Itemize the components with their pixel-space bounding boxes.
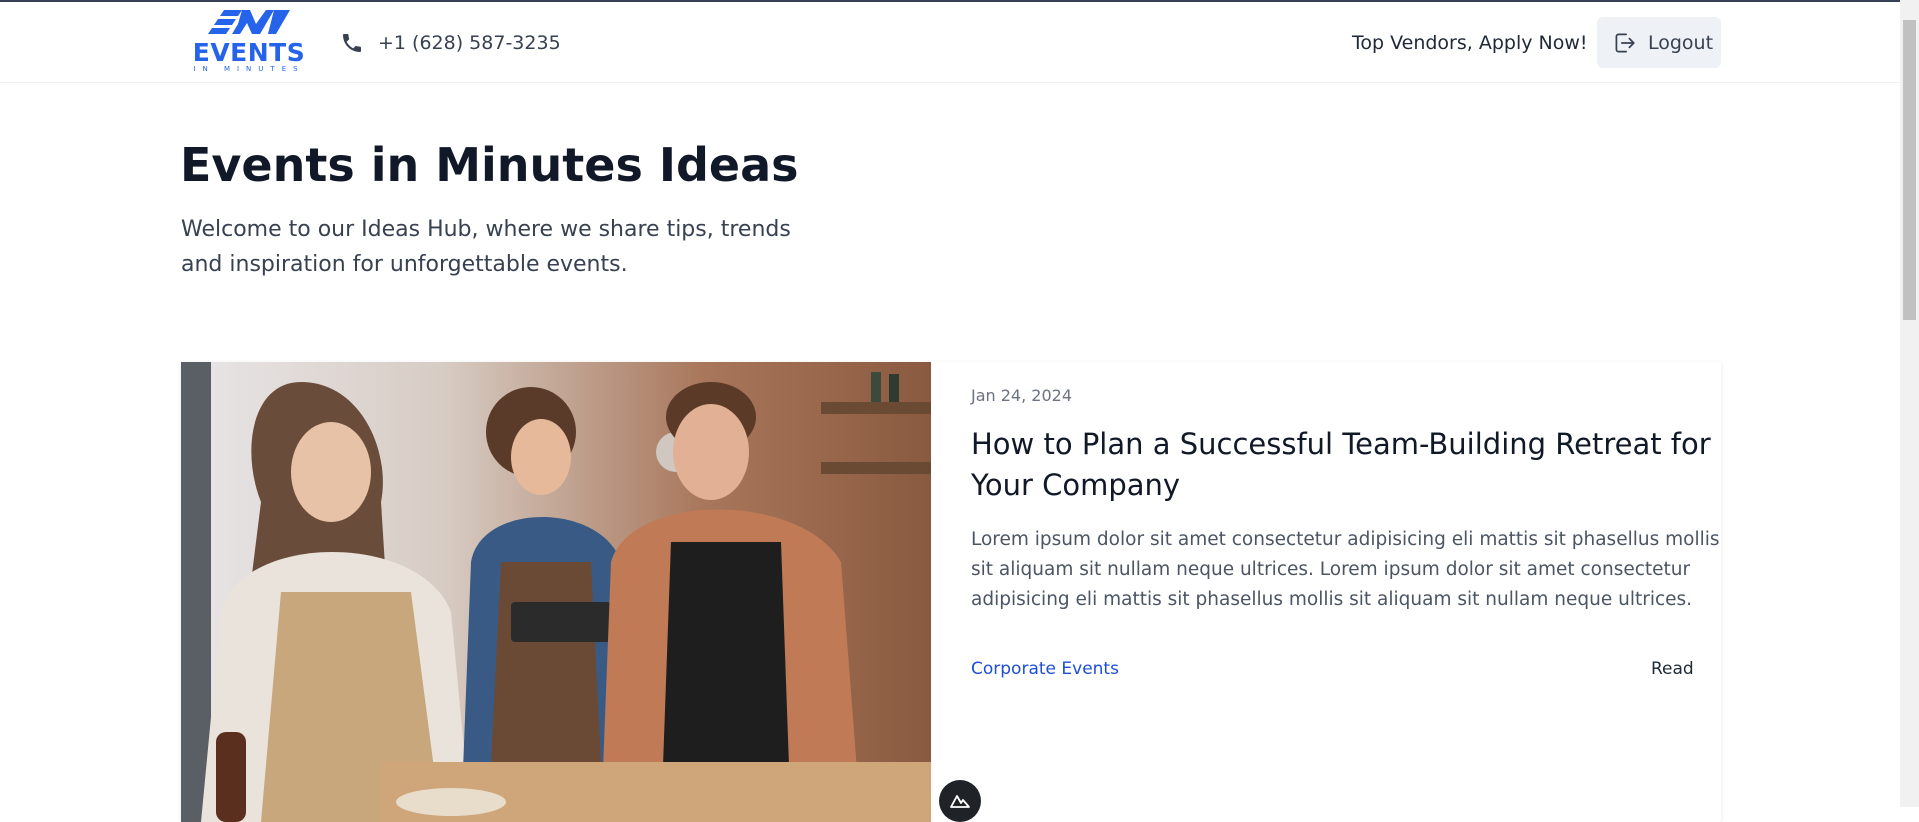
- article-excerpt: Lorem ipsum dolor sit amet consectetur a…: [971, 529, 1720, 610]
- logout-button[interactable]: Logout: [1597, 17, 1721, 68]
- scrollbar-thumb[interactable]: [1903, 20, 1916, 320]
- vertical-scrollbar[interactable]: [1900, 0, 1919, 807]
- phone-number: +1 (628) 587-3235: [378, 32, 561, 54]
- site-header: EVENTS IN MINUTES +1 (628) 587-3235 Top …: [0, 2, 1900, 83]
- logo-wordmark: EVENTS: [192, 38, 306, 67]
- article-image[interactable]: [181, 362, 931, 822]
- logout-label: Logout: [1648, 31, 1714, 54]
- logout-icon: [1615, 32, 1635, 53]
- app-badge-button[interactable]: [939, 780, 981, 822]
- category-link[interactable]: Corporate Events: [971, 657, 1119, 681]
- read-link[interactable]: Read: [1651, 657, 1694, 681]
- logo-mark-icon: [208, 10, 290, 34]
- top-vendors-link[interactable]: Top Vendors, Apply Now!: [1352, 29, 1588, 57]
- phone-contact[interactable]: +1 (628) 587-3235: [340, 29, 561, 57]
- events-in-minutes-logo[interactable]: EVENTS IN MINUTES: [180, 10, 318, 76]
- page-title: Events in Minutes Ideas: [180, 138, 799, 192]
- page-subtitle: Welcome to our Ideas Hub, where we share…: [181, 217, 791, 277]
- article-date: Jan 24, 2024: [971, 386, 1072, 405]
- team-cooking-photo: [181, 362, 931, 822]
- article-card[interactable]: Jan 24, 2024 How to Plan a Successful Te…: [181, 362, 1721, 822]
- phone-icon: [343, 34, 361, 52]
- article-title[interactable]: How to Plan a Successful Team-Building R…: [971, 424, 1711, 506]
- logo-tagline: IN MINUTES: [193, 65, 305, 73]
